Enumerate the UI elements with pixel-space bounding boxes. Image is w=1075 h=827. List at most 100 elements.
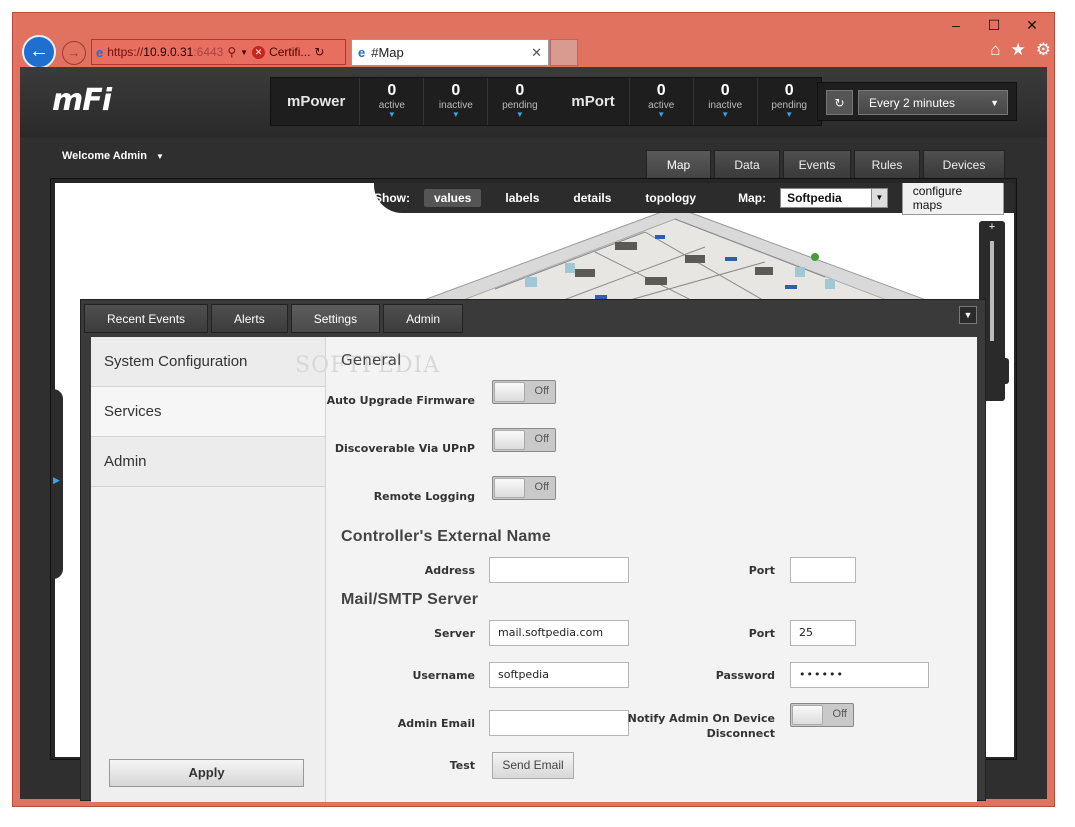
close-tab-icon[interactable]: ✕: [531, 45, 542, 61]
tab-settings[interactable]: Settings: [290, 304, 381, 333]
remote-logging-toggle[interactable]: Off: [492, 476, 556, 500]
toggle-knob: [792, 705, 823, 725]
bottom-panel: Recent Events Alerts Settings Admin ▼ Sy…: [80, 299, 986, 802]
configure-maps-button[interactable]: configure maps: [901, 183, 1004, 215]
mport-active-stat[interactable]: 0 active ▼: [628, 78, 693, 125]
minimize-icon[interactable]: –: [946, 16, 966, 34]
settings-body: System Configuration Services Admin Appl…: [91, 337, 977, 802]
address-input[interactable]: [489, 557, 629, 583]
chevron-down-icon: ▼: [451, 110, 460, 119]
back-arrow-icon[interactable]: ←: [22, 35, 56, 69]
tab-recent-events[interactable]: Recent Events: [84, 304, 209, 333]
notify-disconnect-label: Notify Admin On Device Disconnect: [627, 712, 775, 740]
show-topology-toggle[interactable]: topology: [635, 189, 706, 207]
address-label: Address: [424, 564, 475, 577]
show-label: Show:: [374, 191, 410, 205]
mport-title: mPort: [571, 93, 615, 110]
chevron-down-icon: ▼: [657, 110, 666, 119]
mpower-stats: mPower 0 active ▼ 0 inactive ▼ 0 pending…: [270, 77, 822, 126]
toggle-knob: [494, 430, 525, 450]
collapse-panel-icon[interactable]: ▼: [959, 306, 977, 324]
dropdown-icon[interactable]: ▼: [240, 48, 248, 57]
tab-events[interactable]: Events: [783, 150, 851, 178]
cert-error-icon[interactable]: ✕: [252, 45, 266, 59]
remote-logging-label: Remote Logging: [373, 490, 475, 503]
resize-handle-icon[interactable]: [983, 358, 1009, 384]
auto-upgrade-toggle[interactable]: Off: [492, 380, 556, 404]
username-label: Username: [412, 669, 475, 682]
browser-toolbar-icons: ⌂ ★ ⚙: [990, 40, 1051, 60]
tab-admin[interactable]: Admin: [383, 304, 464, 333]
show-details-toggle[interactable]: details: [563, 189, 621, 207]
upnp-label: Discoverable Via UPnP: [334, 442, 475, 455]
settings-nav-admin[interactable]: Admin: [91, 437, 325, 487]
welcome-menu[interactable]: Welcome Admin ▼: [62, 150, 164, 162]
refresh-controls: ↻ Every 2 minutes ▼: [817, 82, 1017, 121]
zoom-track[interactable]: [990, 241, 994, 341]
new-tab-button[interactable]: [550, 39, 578, 66]
close-window-icon[interactable]: ✕: [1022, 16, 1042, 34]
show-labels-toggle[interactable]: labels: [495, 189, 549, 207]
maximize-icon[interactable]: ☐: [984, 16, 1004, 34]
ie-logo-icon: e: [96, 44, 104, 60]
settings-content: SOFTPEDIA General Auto Upgrade Firmware …: [295, 337, 977, 802]
server-label: Server: [434, 627, 475, 640]
map-select[interactable]: Softpedia ▼: [780, 188, 888, 208]
admin-email-label: Admin Email: [397, 717, 475, 730]
app-header: mFi mPower 0 active ▼ 0 inactive ▼ 0 pen…: [20, 67, 1047, 137]
username-input[interactable]: softpedia: [489, 662, 629, 688]
tab-devices[interactable]: Devices: [923, 150, 1005, 178]
star-icon[interactable]: ★: [1011, 40, 1026, 60]
server-input[interactable]: mail.softpedia.com: [489, 620, 629, 646]
external-port-label: Port: [748, 564, 775, 577]
ie-logo-icon: e: [358, 45, 366, 60]
password-label: Password: [715, 669, 775, 682]
floorplan-image: [404, 207, 945, 307]
tab-rules[interactable]: Rules: [854, 150, 920, 178]
chevron-down-icon: ▼: [785, 110, 794, 119]
mpower-title: mPower: [287, 93, 346, 110]
upnp-toggle[interactable]: Off: [492, 428, 556, 452]
chevron-down-icon: ▼: [515, 110, 524, 119]
refresh-icon[interactable]: ↻: [826, 90, 853, 115]
home-icon[interactable]: ⌂: [990, 40, 1000, 60]
notify-disconnect-toggle[interactable]: Off: [790, 703, 854, 727]
settings-nav: System Configuration Services Admin Appl…: [91, 337, 326, 802]
side-panel-handle[interactable]: ▶: [51, 389, 63, 579]
show-values-toggle[interactable]: values: [424, 189, 482, 207]
toggle-knob: [494, 382, 525, 402]
send-email-button[interactable]: Send Email: [492, 752, 574, 779]
admin-email-input[interactable]: [489, 710, 629, 736]
mpower-active-stat[interactable]: 0 active ▼: [359, 78, 423, 125]
tab-alerts[interactable]: Alerts: [211, 304, 288, 333]
tab-map[interactable]: Map: [646, 150, 711, 178]
zoom-in-icon[interactable]: +: [989, 221, 995, 233]
smtp-port-input[interactable]: 25: [790, 620, 856, 646]
settings-nav-system-configuration[interactable]: System Configuration: [91, 337, 325, 387]
browser-tab-map[interactable]: e #Map ✕: [351, 39, 549, 66]
tab-data[interactable]: Data: [714, 150, 780, 178]
tab-title: #Map: [371, 45, 404, 60]
address-bar[interactable]: e https://10.9.0.31:6443 ⚲ ▼ ✕ Certifi..…: [91, 39, 346, 65]
map-label: Map:: [738, 191, 767, 205]
address-url: https://10.9.0.31:6443: [107, 45, 224, 59]
smtp-port-label: Port: [748, 627, 775, 640]
apply-button[interactable]: Apply: [109, 759, 304, 787]
mport-pending-stat[interactable]: 0 pending ▼: [756, 78, 821, 125]
mport-inactive-stat[interactable]: 0 inactive ▼: [692, 78, 757, 125]
gear-icon[interactable]: ⚙: [1036, 40, 1051, 60]
mpower-inactive-stat[interactable]: 0 inactive ▼: [423, 78, 487, 125]
external-port-input[interactable]: [790, 557, 856, 583]
mpower-pending-stat[interactable]: 0 pending ▼: [487, 78, 551, 125]
cert-error-label[interactable]: Certifi...: [269, 45, 310, 59]
forward-arrow-icon[interactable]: →: [62, 41, 86, 65]
toggle-knob: [494, 478, 525, 498]
map-toolbar: Show: values labels details topology Map…: [374, 183, 1014, 215]
refresh-interval-select[interactable]: Every 2 minutes ▼: [858, 90, 1008, 115]
chevron-down-icon: ▼: [990, 98, 999, 108]
main-tabs: Map Data Events Rules Devices: [646, 150, 1005, 178]
settings-nav-services[interactable]: Services: [91, 387, 325, 437]
search-icon[interactable]: ⚲: [227, 45, 236, 59]
reload-icon[interactable]: ↻: [314, 45, 324, 59]
password-input[interactable]: ••••••: [790, 662, 929, 688]
